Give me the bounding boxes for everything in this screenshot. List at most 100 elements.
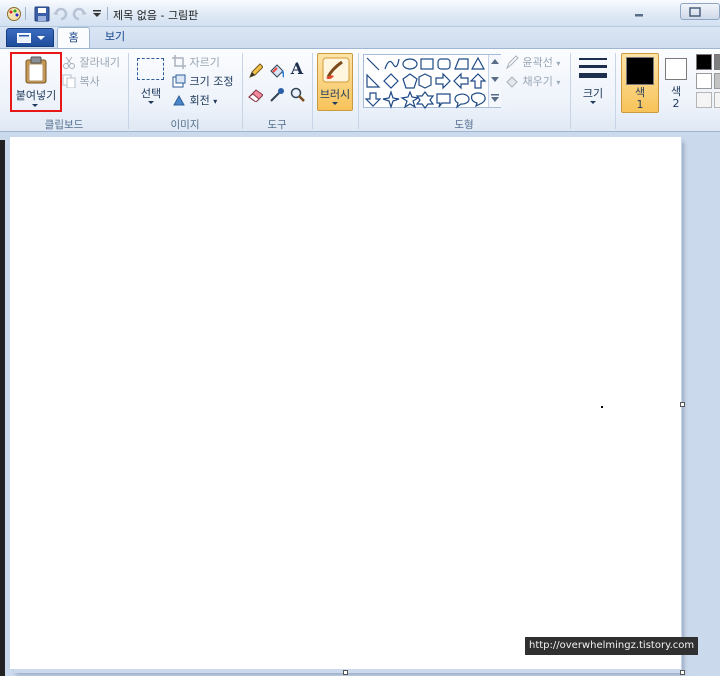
save-icon[interactable]	[34, 6, 50, 22]
ribbon: 붙여넣기 잘라내기 복사 클립보드 선택 자르기 크기 조정 회전 ▾ 이미지 …	[0, 48, 720, 132]
resize-handle-bottom[interactable]	[343, 670, 348, 675]
resize-icon	[172, 74, 186, 88]
copy-label: 복사	[79, 75, 100, 88]
maximize-icon	[689, 7, 701, 17]
curve-shape-icon	[384, 58, 400, 70]
drawing-canvas[interactable]	[10, 137, 681, 669]
palette-swatch[interactable]	[696, 73, 712, 89]
select-button[interactable]: 선택	[134, 55, 168, 113]
eraser-icon[interactable]	[246, 85, 264, 103]
rectangle-shape-icon	[420, 58, 434, 70]
chevron-down-icon	[148, 101, 154, 104]
down-arrow-shape-icon	[364, 92, 382, 107]
canvas-dot	[601, 406, 603, 408]
color1-label-line2: 1	[636, 98, 644, 111]
pencil-icon[interactable]	[246, 61, 264, 79]
chevron-down-icon	[590, 101, 596, 104]
resize-label: 크기 조정	[189, 75, 234, 88]
customize-icon[interactable]	[92, 9, 102, 19]
crop-button[interactable]: 자르기	[172, 54, 220, 71]
outline-label: 윤곽선	[522, 56, 553, 69]
ribbon-tab-bar: 홈 보기	[0, 27, 720, 49]
chevron-down-icon	[37, 36, 45, 40]
color2-label-line2: 2	[672, 97, 680, 110]
color2-label: 색 2	[662, 86, 690, 110]
triangle-shape-icon	[470, 56, 486, 70]
rotate-label: 회전	[189, 94, 210, 107]
app-menu-icon	[17, 33, 31, 43]
cut-label: 잘라내기	[79, 56, 120, 69]
chevron-down-icon: ▾	[213, 97, 218, 106]
fill-bucket-icon[interactable]	[267, 61, 285, 79]
rotate-button[interactable]: 회전 ▾	[172, 92, 217, 109]
resize-handle-right[interactable]	[680, 402, 685, 407]
line-size-icon	[579, 58, 607, 78]
tools-grid: A	[246, 59, 308, 105]
tab-view[interactable]: 보기	[98, 27, 132, 49]
separator	[615, 53, 616, 129]
brush-label: 브러시	[319, 88, 351, 101]
application-menu-button[interactable]	[6, 28, 54, 47]
shapes-group-label: 도형	[454, 119, 474, 131]
scroll-up-icon[interactable]	[491, 59, 499, 65]
redo-icon[interactable]	[72, 6, 88, 22]
palette-swatch[interactable]	[714, 73, 720, 89]
shapes-gallery[interactable]	[363, 54, 501, 109]
window-title: 제목 없음 - 그림판	[113, 9, 199, 22]
palette-swatch[interactable]	[696, 92, 712, 108]
six-point-star-shape-icon	[415, 91, 435, 109]
palette-swatch[interactable]	[714, 92, 720, 108]
resize-handle-corner[interactable]	[680, 670, 685, 675]
text-tool-icon[interactable]: A	[288, 59, 306, 78]
paste-button[interactable]: 붙여넣기	[10, 52, 62, 112]
four-point-star-shape-icon	[382, 90, 400, 109]
clipboard-group-label: 클립보드	[44, 119, 84, 131]
gallery-scroll[interactable]	[488, 55, 501, 107]
watermark-label: http://overwhelmingz.tistory.com	[525, 637, 699, 655]
cut-button[interactable]: 잘라내기	[62, 54, 120, 71]
gallery-expand-icon[interactable]	[491, 94, 499, 102]
size-button[interactable]: 크기	[575, 55, 611, 113]
outline-button[interactable]: 윤곽선 ▾	[505, 54, 560, 71]
copy-button[interactable]: 복사	[62, 73, 100, 90]
color1-button[interactable]: 색 1	[621, 53, 659, 113]
magnifier-icon[interactable]	[288, 85, 306, 103]
fill-button[interactable]: 채우기 ▾	[505, 73, 560, 90]
pentagon-shape-icon	[402, 73, 418, 89]
shapes-grid	[364, 56, 487, 109]
cloud-callout-shape-icon	[470, 92, 486, 108]
tab-home[interactable]: 홈	[57, 27, 90, 49]
fill-icon	[506, 76, 518, 88]
left-border	[0, 140, 5, 676]
hexagon-shape-icon	[418, 73, 432, 89]
palette-swatch[interactable]	[696, 54, 712, 70]
minimize-icon[interactable]	[632, 7, 646, 17]
resize-button[interactable]: 크기 조정	[172, 73, 233, 90]
separator	[312, 53, 313, 129]
undo-icon[interactable]	[52, 6, 68, 22]
scroll-down-icon[interactable]	[491, 77, 499, 83]
up-arrow-shape-icon	[469, 73, 487, 89]
crop-label: 자르기	[189, 56, 220, 69]
color1-label: 색 1	[622, 87, 658, 111]
maximize-button[interactable]	[680, 3, 720, 20]
tools-group-label: 도구	[267, 119, 287, 131]
color1-swatch	[626, 57, 654, 85]
separator	[570, 53, 571, 129]
rounded-rectangle-shape-icon	[437, 58, 451, 70]
rotate-icon	[173, 94, 185, 106]
rectangular-callout-shape-icon	[436, 93, 451, 108]
palette-swatch[interactable]	[714, 54, 720, 70]
oval-shape-icon	[402, 58, 418, 70]
size-label: 크기	[582, 87, 604, 100]
select-rectangle-icon	[137, 58, 164, 80]
line-shape-icon	[366, 57, 380, 71]
image-group-label: 이미지	[170, 119, 200, 131]
scissors-icon	[63, 56, 75, 69]
color2-button[interactable]: 색 2	[662, 53, 692, 113]
oval-callout-shape-icon	[454, 93, 470, 109]
paint-app-icon[interactable]	[6, 6, 22, 22]
brush-button[interactable]: 브러시	[317, 53, 353, 111]
color-picker-icon[interactable]	[267, 85, 285, 103]
right-arrow-shape-icon	[435, 72, 451, 90]
